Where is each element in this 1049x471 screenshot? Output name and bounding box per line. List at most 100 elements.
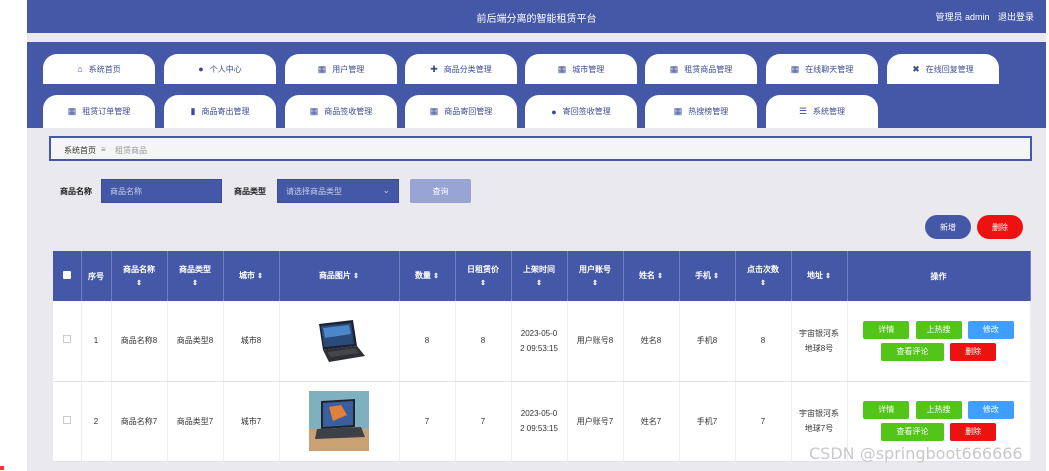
col-header-clicks[interactable]: 点击次数 ⇕ xyxy=(735,251,792,301)
cell-account: 用户账号7 xyxy=(567,381,624,462)
tab-receive-manage[interactable]: ▦ 商品签收管理 xyxy=(285,95,397,128)
cell-realname: 姓名7 xyxy=(623,381,680,462)
sort-icon[interactable]: ⇕ xyxy=(760,280,766,287)
tab-category-manage[interactable]: ✚ 商品分类管理 xyxy=(405,54,517,84)
tab-ship-manage[interactable]: ▮ 商品寄出管理 xyxy=(164,95,276,128)
sort-icon[interactable]: ⇕ xyxy=(192,280,198,287)
cell-name: 商品名称7 xyxy=(111,381,168,462)
tab-order-manage[interactable]: ▦ 租赁订单管理 xyxy=(43,95,155,128)
col-header-qty[interactable]: 数量 ⇕ xyxy=(399,251,456,301)
tab-label: 热搜榜管理 xyxy=(688,107,729,116)
tab-return-manage[interactable]: ▦ 商品寄回管理 xyxy=(405,95,517,128)
crossed-icon: ✖ xyxy=(912,63,920,74)
cell-realname: 姓名8 xyxy=(623,301,680,382)
hot-search-button[interactable]: 上热搜 xyxy=(915,320,962,339)
cell-clicks: 7 xyxy=(735,381,792,462)
pin-icon: ● xyxy=(551,106,557,117)
col-header-image[interactable]: 商品图片 ⇕ xyxy=(279,251,400,301)
grid-icon: ▦ xyxy=(429,106,439,116)
cell-qty: 8 xyxy=(399,301,456,382)
col-header-time[interactable]: 上架时间 ⇕ xyxy=(511,251,568,301)
col-header-account[interactable]: 用户账号 ⇕ xyxy=(567,251,624,301)
cell-address: 宇宙银河系 地球8号 xyxy=(791,301,848,382)
grid-icon: ▦ xyxy=(669,63,679,74)
edit-button[interactable]: 修改 xyxy=(967,401,1014,419)
tab-city-manage[interactable]: ▦ 城市管理 xyxy=(525,54,637,84)
row-delete-button[interactable]: 删除 xyxy=(950,342,997,361)
row-select-cell[interactable] xyxy=(53,301,82,382)
cell-time: 2023-05-0 2 09:53:15 xyxy=(511,301,568,382)
sort-icon[interactable]: ⇕ xyxy=(353,273,359,280)
col-header-phone[interactable]: 手机 ⇕ xyxy=(679,251,736,301)
corner-marker xyxy=(0,466,4,470)
breadcrumb-home[interactable]: 系统首页 xyxy=(64,145,96,156)
top-bar: 前后端分离的智能租赁平台 管理员 admin 退出登录 xyxy=(27,0,1046,33)
sort-icon[interactable]: ⇕ xyxy=(713,273,719,280)
row-delete-button[interactable]: 删除 xyxy=(950,423,997,441)
detail-button[interactable]: 详情 xyxy=(863,320,910,339)
tab-system-manage[interactable]: ☰ 系统管理 xyxy=(766,95,878,128)
cell-type: 商品类型7 xyxy=(167,381,224,462)
view-comments-button[interactable]: 查看评论 xyxy=(880,342,944,361)
sort-icon[interactable]: ⇕ xyxy=(433,273,439,280)
tab-rental-goods-manage[interactable]: ▦ 租赁商品管理 xyxy=(645,54,757,84)
view-comments-button[interactable]: 查看评论 xyxy=(880,423,944,441)
tab-label: 商品寄出管理 xyxy=(201,107,250,116)
tab-user-manage[interactable]: ▦ 用户管理 xyxy=(285,54,397,84)
sort-icon[interactable]: ⇕ xyxy=(825,273,831,280)
tab-chat-manage[interactable]: ▦ 在线聊天管理 xyxy=(766,54,878,84)
detail-button[interactable]: 详情 xyxy=(863,401,910,419)
query-button[interactable]: 查询 xyxy=(410,179,471,203)
cell-name: 商品名称8 xyxy=(111,301,168,382)
tab-label: 个人中心 xyxy=(209,64,242,74)
cell-phone: 手机7 xyxy=(679,381,736,462)
col-header-name[interactable]: 商品名称 ⇕ xyxy=(111,251,168,301)
tab-personal-center[interactable]: ● 个人中心 xyxy=(164,54,276,84)
app-frame: 前后端分离的智能租赁平台 管理员 admin 退出登录 ⌂ 系统首页 ● 个人中心 … xyxy=(27,0,1046,471)
sort-icon[interactable]: ⇕ xyxy=(657,273,663,280)
tab-hot-search-manage[interactable]: ▦ 热搜榜管理 xyxy=(645,95,757,128)
sort-icon[interactable]: ⇕ xyxy=(592,280,598,287)
sort-icon[interactable]: ⇕ xyxy=(136,280,142,287)
col-header-city[interactable]: 城市 ⇕ xyxy=(223,251,280,301)
row-checkbox[interactable] xyxy=(62,415,71,424)
col-header-realname[interactable]: 姓名 ⇕ xyxy=(623,251,680,301)
bulk-delete-button[interactable]: 删除 xyxy=(977,215,1023,239)
hot-search-button[interactable]: 上热搜 xyxy=(915,401,962,419)
cell-phone: 手机8 xyxy=(679,301,736,382)
col-header-type[interactable]: 商品类型 ⇕ xyxy=(167,251,224,301)
row-checkbox[interactable] xyxy=(62,335,71,344)
tab-label: 系统首页 xyxy=(88,64,121,74)
home-icon: ⌂ xyxy=(77,64,83,74)
select-all-cell[interactable] xyxy=(53,251,82,301)
select-all-checkbox[interactable] xyxy=(62,270,71,279)
cell-city: 城市7 xyxy=(223,381,280,462)
col-header-price[interactable]: 日租赁价 ⇕ xyxy=(455,251,512,301)
cell-clicks: 8 xyxy=(735,301,792,382)
sort-icon[interactable]: ⇕ xyxy=(536,280,542,287)
sort-icon[interactable]: ⇕ xyxy=(257,273,263,280)
cell-index: 2 xyxy=(81,381,112,462)
grid-icon: ▦ xyxy=(673,106,683,116)
main-nav: ⌂ 系统首页 ● 个人中心 ▦ 用户管理 ✚ 商品分类管理 ▦ 城市管理 ▦ 租赁商品管理 … xyxy=(27,42,1046,128)
sort-icon[interactable]: ⇕ xyxy=(480,280,486,287)
watermark: CSDN @springboot666666 xyxy=(809,444,1023,463)
tab-label: 在线聊天管理 xyxy=(805,64,854,74)
tab-label: 商品签收管理 xyxy=(324,107,373,116)
name-search-input[interactable]: 商品名称 xyxy=(101,179,222,203)
tab-return-receive-manage[interactable]: ● 寄回签收管理 xyxy=(525,95,637,128)
tab-reply-manage[interactable]: ✖ 在线回复管理 xyxy=(887,54,999,84)
logout-link[interactable]: 退出登录 xyxy=(998,12,1034,22)
col-header-address[interactable]: 地址 ⇕ xyxy=(791,251,848,301)
add-button[interactable]: 新增 xyxy=(925,215,971,239)
cell-index: 1 xyxy=(81,301,112,382)
tab-system-home[interactable]: ⌂ 系统首页 xyxy=(43,54,155,84)
row-select-cell[interactable] xyxy=(53,381,82,462)
edit-button[interactable]: 修改 xyxy=(967,320,1014,339)
type-select[interactable]: 请选择商品类型 ⌄ xyxy=(277,179,399,203)
col-header-ops: 操作 xyxy=(847,251,1031,301)
tab-label: 城市管理 xyxy=(572,64,605,74)
thumb-icon: ✚ xyxy=(430,63,438,74)
user-area: 管理员 admin 退出登录 xyxy=(929,10,1034,23)
cell-qty: 7 xyxy=(399,381,456,462)
